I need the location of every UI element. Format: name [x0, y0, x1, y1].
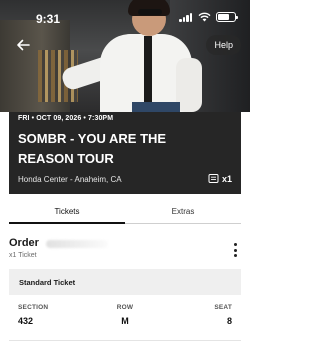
battery-icon — [216, 12, 238, 22]
ticket-count: x1 — [208, 173, 232, 184]
event-info-card: FRI • OCT 09, 2026 • 7:30PM SOMBR - YOU … — [9, 112, 241, 194]
order-title: Order — [9, 237, 39, 249]
event-venue: Honda Center - Anaheim, CA — [18, 175, 122, 184]
active-tab-indicator — [9, 222, 125, 224]
cellular-icon — [179, 12, 193, 22]
ticket-count-value: x1 — [221, 173, 232, 184]
event-title: SOMBR - YOU ARE THE REASON TOUR — [18, 131, 167, 166]
seat-values-row: 432 M 8 — [9, 316, 241, 332]
event-date: FRI • OCT 09, 2026 • 7:30PM — [18, 115, 114, 122]
seat-value: 8 — [226, 316, 232, 326]
more-vertical-icon[interactable] — [233, 243, 237, 257]
order-subtitle: x1 Ticket — [9, 252, 37, 259]
seat-labels-row: SECTION ROW SEAT — [9, 304, 241, 316]
help-button[interactable]: Help — [206, 35, 241, 55]
seat-label: SEAT — [214, 304, 232, 311]
ticket-type-header: Standard Ticket — [9, 269, 241, 295]
system-icons — [179, 12, 238, 22]
row-label: ROW — [116, 304, 134, 311]
order-name-redacted — [46, 240, 108, 248]
back-arrow-icon[interactable] — [16, 38, 30, 52]
tab-bar: Tickets Extras — [9, 198, 241, 224]
status-bar: 9:31 — [0, 0, 250, 34]
divider — [9, 340, 241, 341]
status-time: 9:31 — [36, 12, 61, 26]
row-value: M — [121, 316, 129, 326]
tab-divider — [125, 223, 241, 224]
ticket-icon — [208, 174, 219, 183]
wifi-icon — [198, 12, 211, 22]
tab-extras[interactable]: Extras — [125, 198, 241, 224]
tab-tickets[interactable]: Tickets — [9, 198, 125, 224]
